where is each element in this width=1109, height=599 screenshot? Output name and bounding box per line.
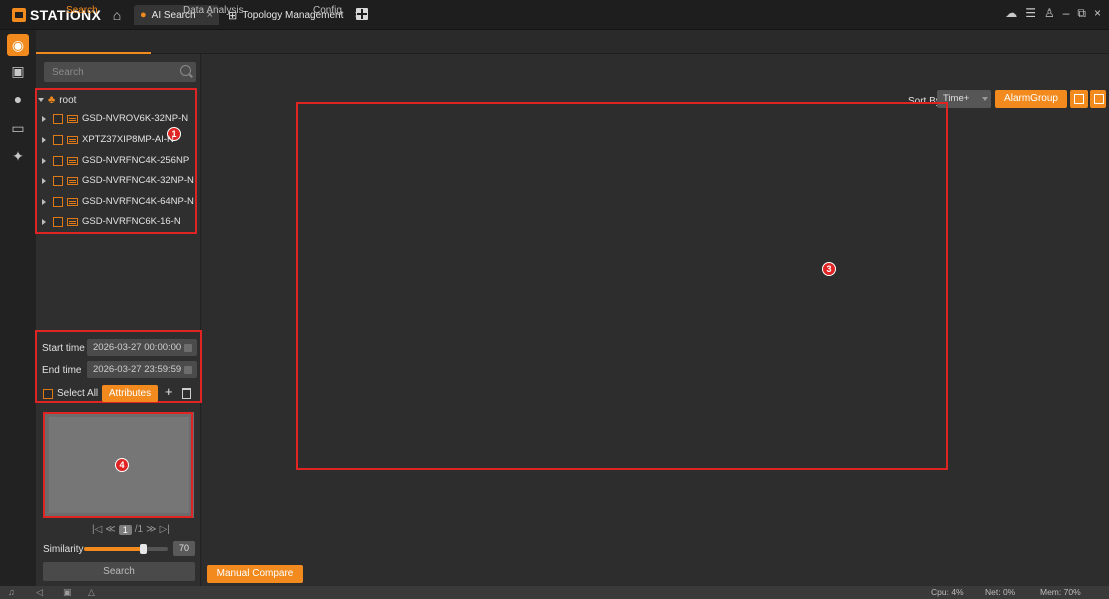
alarm-icon[interactable]: △ [88, 587, 95, 598]
attributes-button[interactable]: Attributes [102, 385, 158, 402]
tree-item-label: GSD-NVRFNC4K-64NP-N [82, 196, 194, 207]
current-page[interactable]: 1 [118, 524, 132, 535]
next-page-icon[interactable]: ≫ [146, 524, 156, 535]
close-icon[interactable]: × [1094, 6, 1101, 21]
screen-icon[interactable]: ▣ [63, 587, 72, 598]
home-icon[interactable]: ⌂ [108, 6, 126, 24]
tree-root-label: root [59, 94, 77, 106]
start-time-field[interactable]: 2026-03-27 00:00:00 [87, 339, 197, 356]
collapse-icon[interactable] [42, 115, 46, 122]
search-button[interactable]: Search [43, 562, 195, 581]
add-icon[interactable]: + [165, 384, 173, 399]
select-all-label: Select All [57, 388, 99, 399]
tab-topology-management[interactable]: ⊞ Topology Management × [222, 5, 367, 25]
tree-item[interactable]: GSD-NVROV6K-32NP-N [42, 113, 188, 124]
add-tab-icon[interactable] [356, 8, 368, 20]
subtab-config[interactable]: Config [313, 5, 342, 16]
bell-icon[interactable]: ♫ [8, 587, 15, 597]
manual-compare-button[interactable]: Manual Compare [207, 565, 303, 583]
mem-usage: Mem: 70% [1040, 587, 1081, 597]
calendar-icon[interactable] [184, 344, 192, 352]
tree-item-label: XPTZ37XIP8MP-AI-N [82, 134, 174, 145]
end-time-label: End time [42, 365, 82, 376]
similarity-slider-fill [84, 547, 143, 551]
user-icon[interactable]: ♙ [1044, 6, 1055, 21]
minimize-icon[interactable]: – [1063, 6, 1070, 21]
cloud-icon[interactable]: ☁ [1005, 6, 1017, 21]
prev-page-icon[interactable]: ≪ [105, 524, 115, 535]
nvr-icon [67, 156, 78, 165]
select-all-checkbox[interactable] [43, 389, 53, 399]
person-rail-icon[interactable]: ● [7, 88, 29, 110]
chevron-down-icon[interactable] [982, 97, 988, 101]
expand-icon[interactable] [38, 98, 44, 102]
collapse-icon[interactable] [42, 157, 46, 164]
collapse-icon[interactable] [42, 218, 46, 225]
checkbox[interactable] [53, 175, 63, 186]
plate-icon[interactable]: ▭ [7, 117, 29, 139]
alarm-group-button[interactable]: AlarmGroup [995, 90, 1067, 108]
tree-item[interactable]: GSD-NVRFNC6K-16-N [42, 216, 181, 227]
tree-item-label: GSD-NVRFNC6K-16-N [82, 216, 181, 227]
nvr-icon [67, 114, 78, 123]
face-search-icon[interactable]: ◉ [7, 34, 29, 56]
tree-item-label: GSD-NVRFNC4K-256NP [82, 155, 190, 166]
export-icon[interactable] [1090, 90, 1106, 108]
search-icon[interactable] [180, 65, 191, 76]
logo-icon [12, 8, 26, 22]
checkbox[interactable] [53, 196, 63, 207]
annotation-badge-4: 4 [115, 458, 129, 472]
total-pages: /1 [134, 524, 144, 535]
checkbox[interactable] [53, 155, 63, 166]
nvr-icon [67, 176, 78, 185]
first-page-icon[interactable]: |◁ [92, 524, 102, 535]
nvr-icon [67, 135, 78, 144]
collapse-icon[interactable] [42, 136, 46, 143]
vehicle-icon[interactable]: ▣ [7, 60, 29, 82]
subtab-search[interactable]: Search [66, 5, 98, 16]
nvr-icon [67, 217, 78, 226]
similarity-value[interactable]: 70 [173, 541, 195, 556]
end-time-field[interactable]: 2026-03-27 23:59:59 [87, 361, 197, 378]
nvr-icon [67, 197, 78, 206]
checkbox[interactable] [53, 113, 63, 124]
cpu-usage: Cpu: 4% [931, 587, 964, 597]
trash-icon[interactable] [182, 388, 191, 399]
collapse-icon[interactable] [42, 177, 46, 184]
tree-item-label: GSD-NVROV6K-32NP-N [82, 113, 189, 124]
last-page-icon[interactable]: ▷| [160, 524, 170, 535]
tree-item[interactable]: XPTZ37XIP8MP-AI-N [42, 134, 174, 145]
pager: |◁ ≪ 1 /1 ≫ ▷| [92, 524, 170, 535]
speaker-icon[interactable]: ◁ [36, 587, 43, 598]
person-icon: ● [140, 9, 147, 21]
similarity-slider-handle[interactable] [140, 544, 147, 554]
subtab-data-analysis[interactable]: Data Analysis [183, 5, 244, 16]
collapse-icon[interactable] [42, 198, 46, 205]
tree-item[interactable]: GSD-NVRFNC4K-32NP-N [42, 175, 194, 186]
checkbox[interactable] [53, 216, 63, 227]
similarity-label: Similarity [43, 544, 84, 555]
org-tree-icon: ♣ [48, 94, 56, 106]
tree-root[interactable]: ♣ root [38, 94, 76, 106]
left-rail [0, 30, 36, 586]
tree-item[interactable]: GSD-NVRFNC4K-256NP [42, 155, 189, 166]
search-input[interactable] [44, 62, 196, 82]
tree-item[interactable]: GSD-NVRFNC4K-64NP-N [42, 196, 194, 207]
highlight-box-3 [296, 102, 948, 470]
checkbox[interactable] [53, 134, 63, 145]
sub-tab-bar [36, 30, 1109, 54]
net-usage: Net: 0% [985, 587, 1016, 597]
window-controls: ☁ ☰ ♙ – ⧉ × [1005, 6, 1101, 21]
calendar-icon[interactable] [184, 366, 192, 374]
tree-item-label: GSD-NVRFNC4K-32NP-N [82, 175, 194, 186]
target-icon[interactable]: ✦ [7, 145, 29, 167]
annotation-badge-3: 3 [822, 262, 836, 276]
start-time-label: Start time [42, 343, 85, 354]
save-icon[interactable] [1070, 90, 1088, 108]
menu-icon[interactable]: ☰ [1025, 6, 1036, 21]
restore-icon[interactable]: ⧉ [1077, 6, 1086, 21]
